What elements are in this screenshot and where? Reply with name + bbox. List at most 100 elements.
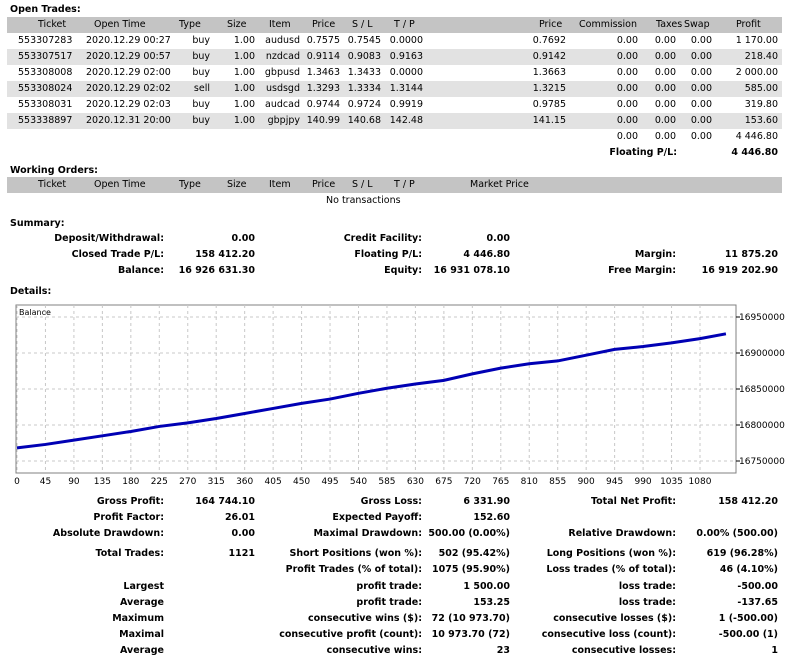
table-cell: 1 170.00 xyxy=(735,35,778,46)
table-cell: 553308031 xyxy=(18,99,73,110)
stat-label: Closed Trade P/L: xyxy=(71,249,164,260)
table-cell: 2020.12.29 02:00 xyxy=(86,67,171,78)
table-cell: 153.60 xyxy=(744,115,778,126)
table-cell: 0.00 xyxy=(654,83,676,94)
stat-value: 72 (10 973.70) xyxy=(431,613,510,624)
x-tick-label: 90 xyxy=(68,477,80,487)
x-tick-label: 225 xyxy=(151,477,168,487)
table-cell: 140.99 xyxy=(306,115,340,126)
table-cell: 0.0000 xyxy=(389,67,423,78)
table-cell: 319.80 xyxy=(744,99,778,110)
x-tick-label: 675 xyxy=(435,477,452,487)
x-tick-label: 135 xyxy=(94,477,111,487)
totals-row: 0.00 0.00 0.00 4 446.80 xyxy=(7,129,782,145)
table-row[interactable]: 553338897 2020.12.31 20:00 buy 1.00 gbpjpy 14… xyxy=(7,113,782,129)
table-cell: buy xyxy=(192,51,210,62)
table-cell: 1.3293 xyxy=(306,83,340,94)
table-cell: 0.7545 xyxy=(347,35,381,46)
stat-value: 0.00 xyxy=(231,233,255,244)
table-cell: 2020.12.31 20:00 xyxy=(86,115,171,126)
stat-value: 11 875.20 xyxy=(724,249,778,260)
table-cell: 0.00 xyxy=(616,99,638,110)
table-cell: 1.00 xyxy=(233,99,255,110)
table-cell: gbpjpy xyxy=(267,115,300,126)
stat-label: Short Positions (won %): xyxy=(289,548,423,559)
x-tick-label: 180 xyxy=(122,477,139,487)
floating-pl-value: 4 446.80 xyxy=(731,147,778,158)
table-cell: 553307517 xyxy=(18,51,73,62)
table-cell: 0.00 xyxy=(654,35,676,46)
x-tick-label: 0 xyxy=(14,477,20,487)
table-cell: 1.00 xyxy=(233,67,255,78)
table-row[interactable]: 553307517 2020.12.29 00:57 buy 1.00 nzdcad 0.… xyxy=(7,49,782,65)
stat-label: Maximal Drawdown: xyxy=(313,528,422,539)
x-tick-label: 405 xyxy=(265,477,282,487)
table-cell: 0.00 xyxy=(690,51,712,62)
table-cell: 1.00 xyxy=(233,35,255,46)
table-cell: 1.3334 xyxy=(347,83,381,94)
x-tick-label: 855 xyxy=(549,477,566,487)
table-cell: buy xyxy=(192,35,210,46)
stat-label: Profit Trades (% of total): xyxy=(285,564,422,575)
stat-value: 16 919 202.90 xyxy=(701,265,778,276)
table-row[interactable]: 553308024 2020.12.29 02:02 sell 1.00 usdsgd 1… xyxy=(7,81,782,97)
stat-label: consecutive losses ($): xyxy=(553,613,676,624)
column-header: Size xyxy=(227,179,247,190)
x-tick-label: 495 xyxy=(321,477,338,487)
total-swap: 0.00 xyxy=(690,131,712,142)
stat-value: -500.00 (1) xyxy=(718,629,778,640)
table-cell: 218.40 xyxy=(744,51,778,62)
stat-label: Floating P/L: xyxy=(354,249,422,260)
table-cell: 0.7575 xyxy=(306,35,340,46)
table-cell: 0.9919 xyxy=(389,99,423,110)
stat-label: Margin: xyxy=(634,249,676,260)
y-tick-label: 16800000 xyxy=(739,421,785,431)
table-cell: 0.00 xyxy=(616,35,638,46)
column-header: T / P xyxy=(394,19,415,30)
x-tick-label: 900 xyxy=(578,477,595,487)
stat-value: 158 412.20 xyxy=(195,249,255,260)
table-cell: 0.9083 xyxy=(347,51,381,62)
floating-row: Floating P/L: 4 446.80 xyxy=(7,145,782,161)
stat-label: Profit Factor: xyxy=(93,512,164,523)
stat-label: consecutive losses: xyxy=(571,645,676,656)
y-tick-label: 16950000 xyxy=(739,313,785,323)
total-taxes: 0.00 xyxy=(654,131,676,142)
x-tick-label: 810 xyxy=(521,477,538,487)
table-row[interactable]: 553307283 2020.12.29 00:27 buy 1.00 audusd 0.… xyxy=(7,33,782,49)
table-cell: usdsgd xyxy=(265,83,300,94)
stat-value: 153.25 xyxy=(473,597,510,608)
stat-value: 0.00 xyxy=(486,233,510,244)
y-tick-label: 16900000 xyxy=(739,349,785,359)
table-cell: 2020.12.29 00:57 xyxy=(86,51,171,62)
column-header: S / L xyxy=(352,179,373,190)
table-cell: audcad xyxy=(265,99,300,110)
stat-label: Long Positions (won %): xyxy=(546,548,676,559)
stat-value: -500.00 xyxy=(737,581,778,592)
stat-value: 16 926 631.30 xyxy=(178,265,255,276)
column-header: Profit xyxy=(736,19,761,30)
table-cell: 0.9163 xyxy=(389,51,423,62)
stat-value: 502 (95.42%) xyxy=(438,548,510,559)
table-cell: 553338897 xyxy=(18,115,73,126)
stat-value: 23 xyxy=(496,645,510,656)
stat-label: Credit Facility: xyxy=(343,233,422,244)
x-tick-label: 1035 xyxy=(660,477,683,487)
table-cell: 0.00 xyxy=(616,67,638,78)
stat-label: consecutive wins ($): xyxy=(307,613,422,624)
table-row[interactable]: 553308031 2020.12.29 02:03 buy 1.00 audcad 0.… xyxy=(7,97,782,113)
stat-label: Deposit/Withdrawal: xyxy=(54,233,164,244)
stat-value: 158 412.20 xyxy=(718,496,778,507)
stat-label: Free Margin: xyxy=(608,265,676,276)
table-row[interactable]: 553308008 2020.12.29 02:00 buy 1.00 gbpusd 1.… xyxy=(7,65,782,81)
x-tick-label: 540 xyxy=(350,477,367,487)
x-tick-label: 630 xyxy=(407,477,424,487)
stat-value: 500.00 (0.00%) xyxy=(428,528,510,539)
table-cell: buy xyxy=(192,115,210,126)
stat-value: -137.65 xyxy=(737,597,778,608)
column-header: Commission xyxy=(579,19,637,30)
x-tick-label: 1080 xyxy=(689,477,712,487)
summary-title: Summary: xyxy=(10,218,65,229)
column-header: Item xyxy=(269,19,291,30)
column-header: Type xyxy=(179,19,201,30)
